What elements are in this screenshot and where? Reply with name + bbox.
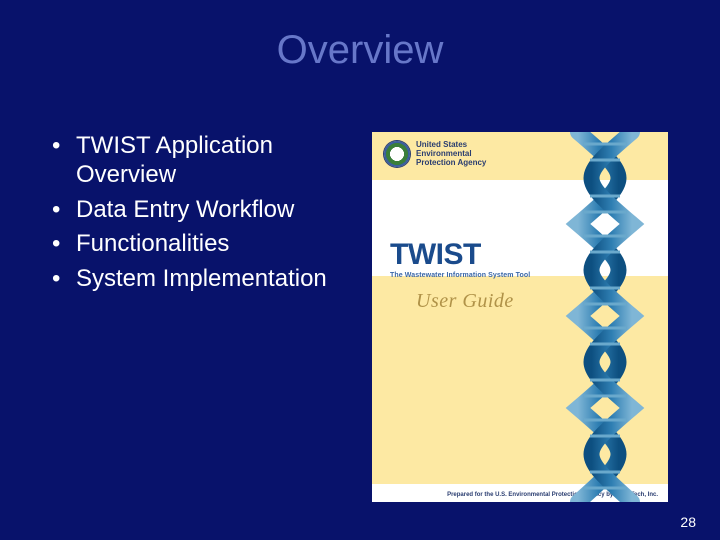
epa-line: Environmental	[416, 149, 486, 158]
list-item: Data Entry Workflow	[48, 196, 358, 225]
epa-block: United States Environmental Protection A…	[384, 140, 486, 168]
page-number: 28	[680, 514, 696, 530]
dna-helix-icon	[560, 132, 650, 502]
content-area: TWIST Application Overview Data Entry Wo…	[48, 132, 358, 300]
list-item: System Implementation	[48, 265, 358, 294]
twist-logo: TWIST	[390, 240, 550, 270]
list-item: TWIST Application Overview	[48, 132, 358, 190]
epa-seal-icon	[384, 141, 410, 167]
logo-area: TWIST The Wastewater Information System …	[390, 240, 550, 279]
bullet-list: TWIST Application Overview Data Entry Wo…	[48, 132, 358, 294]
epa-text: United States Environmental Protection A…	[416, 140, 486, 168]
slide-title: Overview	[0, 28, 720, 73]
cover-image: United States Environmental Protection A…	[372, 132, 668, 502]
user-guide-label: User Guide	[416, 290, 514, 313]
list-item: Functionalities	[48, 230, 358, 259]
slide: Overview TWIST Application Overview Data…	[0, 0, 720, 540]
epa-line: United States	[416, 140, 486, 149]
twist-subtitle: The Wastewater Information System Tool	[390, 272, 550, 279]
epa-line: Protection Agency	[416, 158, 486, 167]
